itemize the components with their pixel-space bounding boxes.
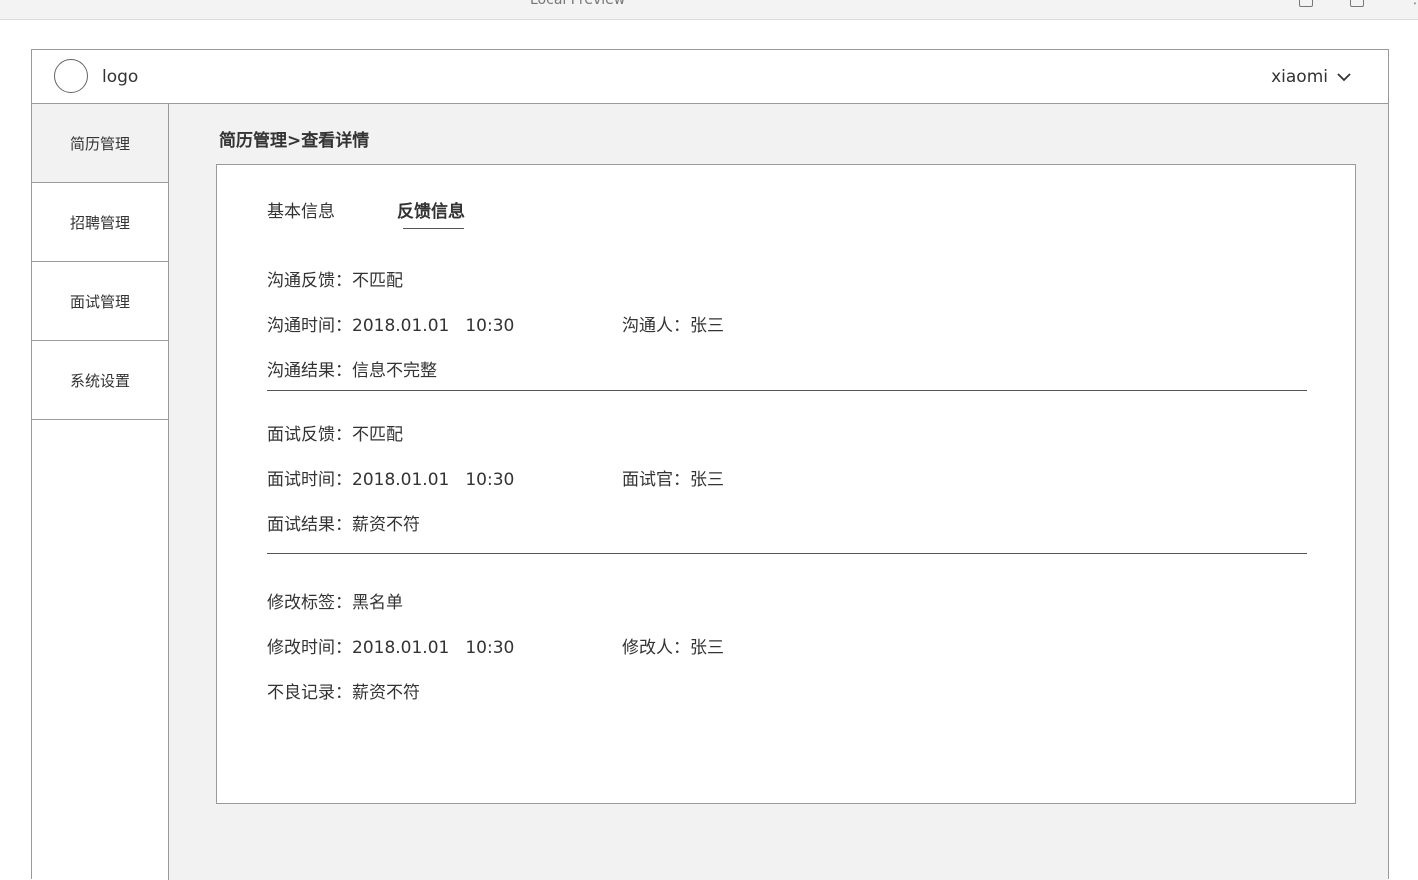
field-value-time: 10:30 xyxy=(465,316,515,336)
sidebar-item-recruitment[interactable]: 招聘管理 xyxy=(32,183,168,262)
field-value: 薪资不符 xyxy=(352,683,420,703)
sidebar-item-settings[interactable]: 系统设置 xyxy=(32,341,168,420)
field-value: 张三 xyxy=(690,470,724,490)
interview-time-row: 面试时间：2018.01.01 10:30 xyxy=(267,465,514,490)
sidebar-item-interview[interactable]: 面试管理 xyxy=(32,262,168,341)
field-label: 沟通人： xyxy=(622,316,690,336)
field-value: 不匹配 xyxy=(352,271,403,291)
app-header: logo xiaomi xyxy=(32,50,1388,104)
user-menu[interactable]: xiaomi xyxy=(1271,67,1352,87)
modifier-row: 修改人：张三 xyxy=(622,633,724,658)
field-label: 面试时间： xyxy=(267,470,352,490)
field-label: 沟通结果： xyxy=(267,361,352,381)
field-value-time: 10:30 xyxy=(465,638,515,658)
communication-person-row: 沟通人：张三 xyxy=(622,311,724,336)
interview-result-row: 面试结果：薪资不符 xyxy=(267,510,420,535)
interviewer-row: 面试官：张三 xyxy=(622,465,724,490)
interview-feedback-row: 面试反馈：不匹配 xyxy=(267,420,403,445)
field-label: 面试结果： xyxy=(267,515,352,535)
communication-feedback-row: 沟通反馈：不匹配 xyxy=(267,266,403,291)
field-value-date: 2018.01.01 xyxy=(352,316,450,336)
logo-text: logo xyxy=(102,67,139,87)
sidebar-item-label: 系统设置 xyxy=(69,371,130,390)
communication-result-row: 沟通结果：信息不完整 xyxy=(267,356,437,381)
section-divider xyxy=(267,390,1307,391)
sidebar-item-label: 简历管理 xyxy=(69,134,130,153)
tab-basic-info[interactable]: 基本信息 xyxy=(267,197,335,222)
breadcrumb: 简历管理>查看详情 xyxy=(219,131,370,151)
field-label: 沟通反馈： xyxy=(267,271,352,291)
more-icon[interactable]: ⋮ xyxy=(1408,0,1418,7)
browser-toolbar: Local Preview ⋮ xyxy=(0,0,1418,20)
field-label: 修改时间： xyxy=(267,638,352,658)
field-value-date: 2018.01.01 xyxy=(352,470,450,490)
field-value: 薪资不符 xyxy=(352,515,420,535)
window-icon[interactable] xyxy=(1299,0,1313,7)
field-label: 沟通时间： xyxy=(267,316,352,336)
sidebar-item-label: 招聘管理 xyxy=(69,213,130,232)
field-value: 信息不完整 xyxy=(352,361,437,381)
bad-record-row: 不良记录：薪资不符 xyxy=(267,678,420,703)
field-value: 张三 xyxy=(690,638,724,658)
user-name: xiaomi xyxy=(1271,67,1328,87)
sidebar-item-resume[interactable]: 简历管理 xyxy=(32,104,168,183)
communication-time-row: 沟通时间：2018.01.01 10:30 xyxy=(267,311,514,336)
field-value: 不匹配 xyxy=(352,425,403,445)
app-frame: logo xiaomi 简历管理 招聘管理 面试管理 系统设置 简历管理>查看详… xyxy=(31,49,1389,880)
field-label: 面试反馈： xyxy=(267,425,352,445)
sidebar: 简历管理 招聘管理 面试管理 系统设置 xyxy=(32,104,169,880)
field-value: 张三 xyxy=(690,316,724,336)
field-label: 面试官： xyxy=(622,470,690,490)
field-label: 修改人： xyxy=(622,638,690,658)
field-value-date: 2018.01.01 xyxy=(352,638,450,658)
main-content: 简历管理>查看详情 基本信息 反馈信息 沟通反馈：不匹配 沟通时间：2018.0… xyxy=(169,104,1388,880)
field-label: 修改标签： xyxy=(267,593,352,613)
field-label: 不良记录： xyxy=(267,683,352,703)
field-value-time: 10:30 xyxy=(465,470,515,490)
field-value: 黑名单 xyxy=(352,593,403,613)
section-divider xyxy=(267,553,1307,554)
chevron-down-icon xyxy=(1337,73,1351,82)
modify-time-row: 修改时间：2018.01.01 10:30 xyxy=(267,633,514,658)
browser-title: Local Preview xyxy=(530,0,626,8)
tab-feedback-info[interactable]: 反馈信息 xyxy=(397,197,465,222)
active-tab-indicator xyxy=(403,228,464,229)
sidebar-item-label: 面试管理 xyxy=(69,292,130,311)
open-external-icon[interactable] xyxy=(1350,0,1364,7)
modify-tag-row: 修改标签：黑名单 xyxy=(267,588,403,613)
detail-panel: 基本信息 反馈信息 沟通反馈：不匹配 沟通时间：2018.01.01 10:30 … xyxy=(216,164,1356,804)
logo-icon xyxy=(54,59,88,93)
